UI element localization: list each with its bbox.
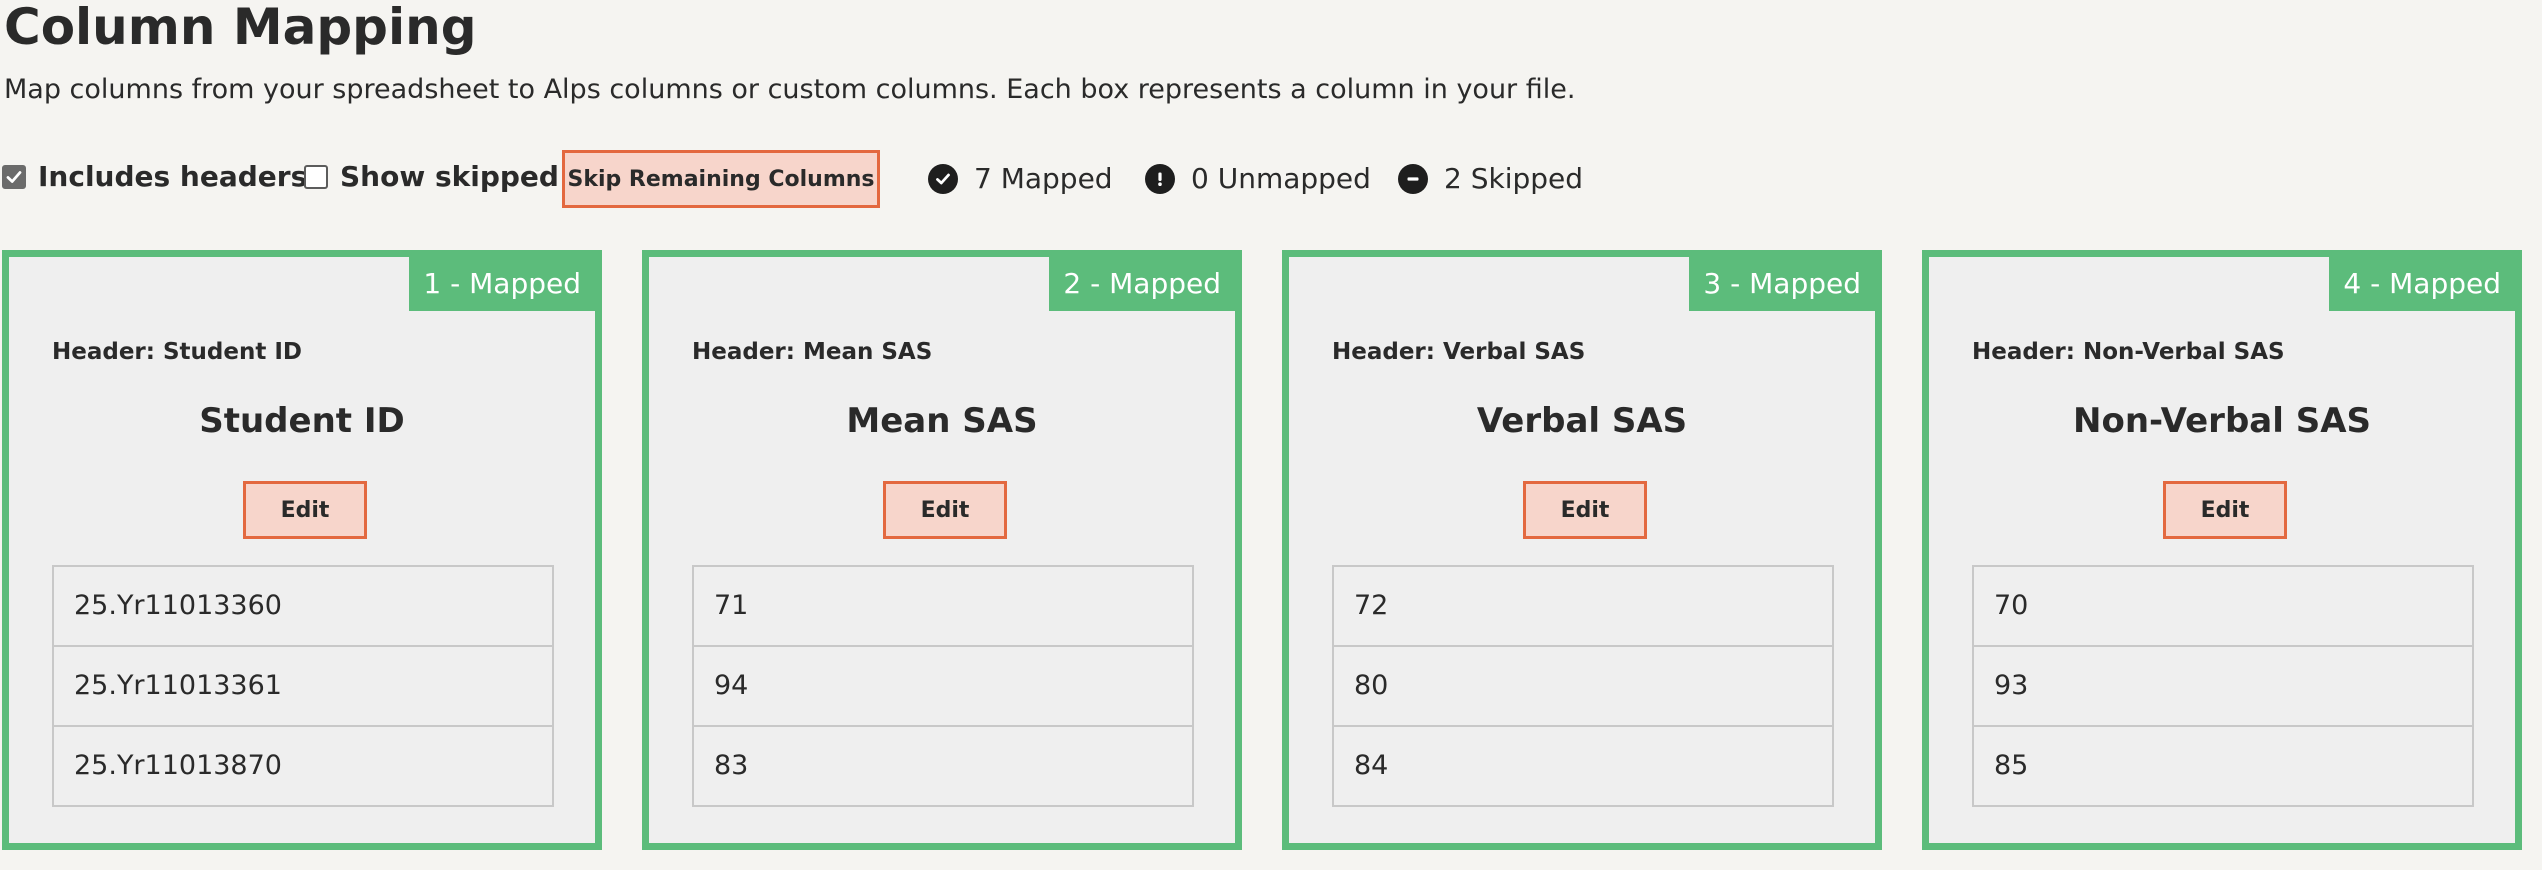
sample-values-table: 70 93 85 [1972,565,2474,807]
checkmark-icon [6,170,22,183]
sample-values-table: 25.Yr11013360 25.Yr11013361 25.Yr1101387… [52,565,554,807]
page-subtitle: Map columns from your spreadsheet to Alp… [4,74,1576,105]
skipped-count: 2 Skipped [1398,162,1583,195]
show-skipped-label: Show skipped [340,160,559,193]
skip-remaining-columns-button[interactable]: Skip Remaining Columns [562,150,880,208]
sample-value-row: 25.Yr11013361 [54,645,552,725]
card-mapped-column-title: Mean SAS [846,401,1038,441]
column-mapping-page: Column Mapping Map columns from your spr… [0,0,2542,870]
show-skipped-toggle[interactable]: Show skipped [304,160,559,193]
sample-value-row: 25.Yr11013360 [74,590,282,621]
column-card: 2 - Mapped Header: Mean SAS Mean SAS Edi… [642,250,1242,850]
sample-value-row: 72 [1354,590,1389,621]
card-header-label: Header: Mean SAS [692,339,933,365]
edit-button[interactable]: Edit [243,481,367,539]
mapping-toolbar: Includes headers Show skipped Skip Remai… [0,148,2542,210]
edit-button[interactable]: Edit [883,481,1007,539]
show-skipped-checkbox[interactable] [304,164,328,189]
check-circle-icon [928,163,958,194]
sample-value-row: 70 [1994,590,2029,621]
sample-value-row: 94 [694,645,1192,725]
edit-button[interactable]: Edit [1523,481,1647,539]
card-mapped-column-title: Non-Verbal SAS [2073,401,2371,441]
sample-value-row: 71 [714,590,749,621]
skipped-count-text: 2 Skipped [1444,162,1584,195]
card-mapped-column-title: Student ID [199,401,405,441]
sample-value-row: 85 [1974,725,2472,805]
sample-values-table: 72 80 84 [1332,565,1834,807]
card-status-badge: 3 - Mapped [1689,257,1875,311]
card-mapped-column-title: Verbal SAS [1476,401,1688,441]
includes-headers-label: Includes headers [38,160,308,193]
mapped-count-text: 7 Mapped [974,162,1113,195]
unmapped-count: 0 Unmapped [1145,162,1371,195]
mapped-count: 7 Mapped [928,162,1113,195]
exclamation-circle-icon [1145,163,1175,194]
includes-headers-checkbox[interactable] [2,164,26,189]
unmapped-count-text: 0 Unmapped [1191,162,1371,195]
sample-value-row: 80 [1334,645,1832,725]
includes-headers-toggle[interactable]: Includes headers [2,160,307,193]
card-header-label: Header: Verbal SAS [1332,339,1586,365]
sample-value-row: 84 [1334,725,1832,805]
card-header-label: Header: Student ID [52,339,303,365]
sample-value-row: 25.Yr11013870 [54,725,552,805]
card-status-badge: 2 - Mapped [1049,257,1235,311]
card-status-badge: 1 - Mapped [409,257,595,311]
edit-button[interactable]: Edit [2163,481,2287,539]
column-card: 3 - Mapped Header: Verbal SAS Verbal SAS… [1282,250,1882,850]
card-header-label: Header: Non-Verbal SAS [1972,339,2285,365]
card-status-badge: 4 - Mapped [2329,257,2515,311]
sample-values-table: 71 94 83 [692,565,1194,807]
page-title: Column Mapping [4,0,477,56]
sample-value-row: 93 [1974,645,2472,725]
minus-circle-icon [1398,163,1428,194]
column-card: 4 - Mapped Header: Non-Verbal SAS Non-Ve… [1922,250,2522,850]
column-card: 1 - Mapped Header: Student ID Student ID… [2,250,602,850]
sample-value-row: 83 [694,725,1192,805]
